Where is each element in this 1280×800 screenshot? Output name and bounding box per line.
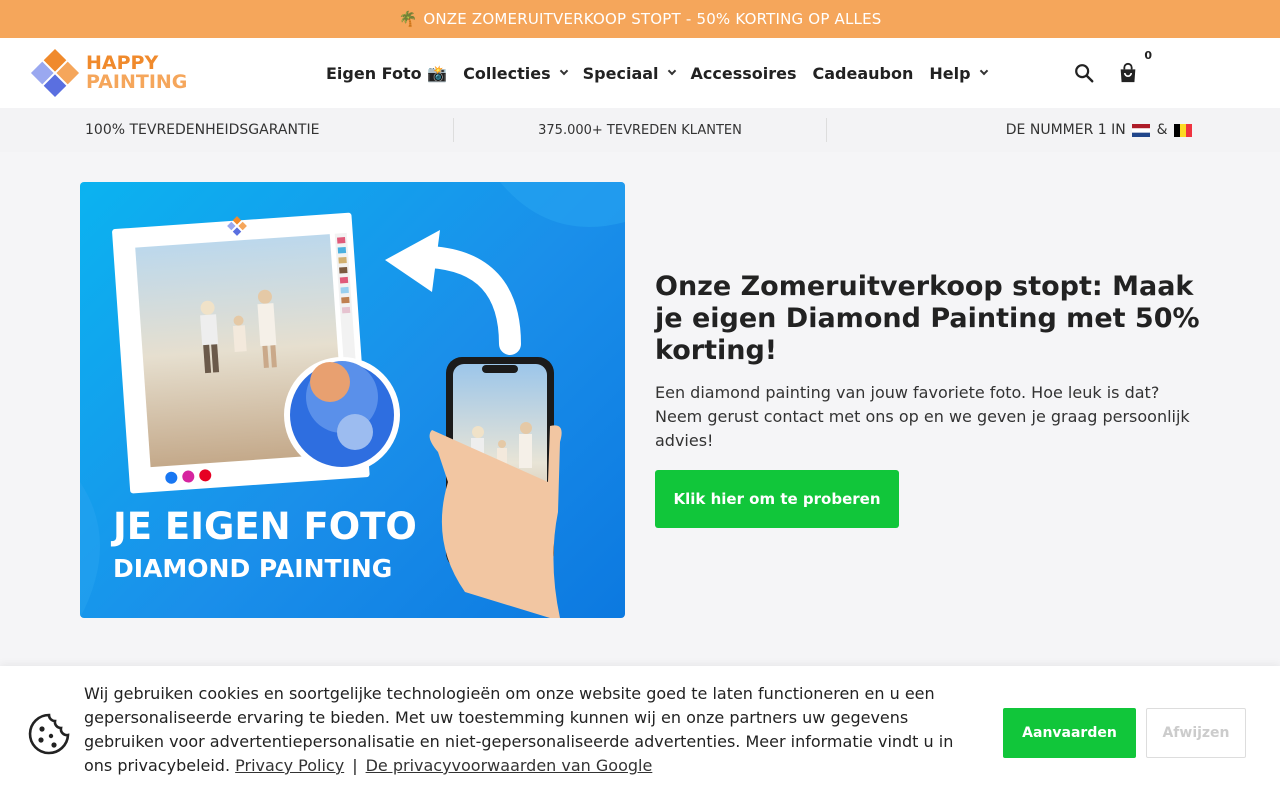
announcement-bar: 🌴 ONZE ZOMERUITVERKOOP STOPT - 50% KORTI…: [0, 0, 1280, 38]
hero-description: Een diamond painting van jouw favoriete …: [655, 383, 1190, 450]
nav-cadeaubon[interactable]: Cadeaubon: [813, 64, 914, 83]
main-nav: Eigen Foto 📸 Collecties Speciaal Accesso…: [326, 38, 988, 108]
cart-count: 0: [1144, 49, 1152, 62]
shopping-bag-icon: [1120, 62, 1136, 83]
nav-accessoires-label: Accessoires: [690, 63, 797, 83]
accept-cookies-button[interactable]: Aanvaarden: [1003, 708, 1136, 758]
netherlands-flag-icon: [1132, 123, 1151, 137]
nav-help-label: Help: [929, 63, 971, 83]
nav-accessoires[interactable]: Accessoires: [691, 64, 797, 83]
logo[interactable]: HAPPY PAINTING: [30, 48, 187, 98]
google-privacy-link[interactable]: De privacyvoorwaarden van Google: [366, 756, 653, 775]
nav-speciaal-label: Speciaal: [582, 63, 659, 83]
cart-button[interactable]: 0: [1116, 49, 1152, 85]
chevron-down-icon: [667, 66, 676, 76]
chevron-down-icon: [559, 66, 568, 76]
chevron-down-icon: [979, 66, 988, 76]
usp-guarantee: 100% TEVREDENHEIDSGARANTIE: [0, 118, 454, 142]
nav-collecties[interactable]: Collecties: [463, 63, 568, 83]
belgium-flag-icon: [1174, 123, 1192, 137]
hero-title: Onze Zomeruitverkoop stopt: Maak je eige…: [655, 271, 1200, 366]
usp-customers: 375.000+ TEVREDEN KLANTEN: [454, 118, 827, 142]
announcement-text: ONZE ZOMERUITVERKOOP STOPT - 50% KORTING…: [423, 10, 882, 28]
hero-text-block: Onze Zomeruitverkoop stopt: Maak je eige…: [655, 271, 1200, 528]
hero-image-subtitle: DIAMOND PAINTING: [113, 554, 392, 583]
usp-number-one: DE NUMMER 1 IN &: [827, 108, 1280, 152]
logo-text-painting: PAINTING: [86, 71, 188, 93]
try-now-button[interactable]: Klik hier om te proberen: [655, 470, 899, 528]
hero-section: JE EIGEN FOTO DIAMOND PAINTING Onze Zome…: [0, 152, 1280, 648]
logo-diamond-icon: [30, 48, 80, 98]
nav-collecties-label: Collecties: [463, 63, 551, 83]
hero-illustration: JE EIGEN FOTO DIAMOND PAINTING: [80, 182, 625, 618]
search-icon: [1075, 64, 1094, 83]
search-button[interactable]: [1072, 61, 1096, 85]
cookie-message: Wij gebruiken cookies en soortgelijke te…: [84, 682, 984, 778]
usp-joiner: &: [1156, 122, 1168, 138]
nav-eigen-foto-label: Eigen Foto 📸: [326, 63, 448, 83]
nav-cadeaubon-label: Cadeaubon: [812, 63, 914, 83]
decline-cookies-button[interactable]: Afwijzen: [1146, 708, 1246, 758]
usp-number-one-text: DE NUMMER 1 IN: [1005, 122, 1126, 138]
site-header: HAPPY PAINTING Eigen Foto 📸 Collecties S…: [0, 38, 1280, 108]
privacy-policy-link[interactable]: Privacy Policy: [235, 756, 344, 775]
link-separator: |: [352, 756, 358, 775]
hero-image-title: JE EIGEN FOTO: [110, 505, 417, 548]
cookie-icon: [28, 713, 70, 759]
nav-eigen-foto[interactable]: Eigen Foto 📸: [326, 64, 447, 83]
usp-bar: 100% TEVREDENHEIDSGARANTIE 375.000+ TEVR…: [0, 108, 1280, 152]
nav-speciaal[interactable]: Speciaal: [582, 63, 676, 83]
palm-tree-icon: 🌴: [398, 10, 418, 28]
hero-image[interactable]: JE EIGEN FOTO DIAMOND PAINTING: [80, 182, 625, 618]
nav-help[interactable]: Help: [929, 63, 988, 83]
